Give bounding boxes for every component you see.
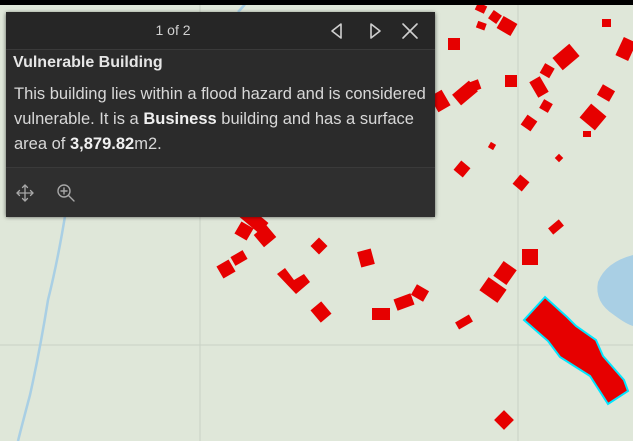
close-icon: [402, 23, 418, 39]
triangle-right-icon: [370, 23, 381, 39]
previous-feature-button[interactable]: [326, 20, 348, 42]
zoom-to-button[interactable]: [55, 182, 77, 204]
move-icon: [16, 184, 34, 202]
surface-area-unit: m2.: [134, 135, 162, 153]
top-edge-bar: [0, 0, 633, 5]
surface-area-value: 3,879.82: [69, 135, 135, 153]
popup-actions-bar: [6, 167, 435, 217]
feature-popup: 1 of 2 Vulnerable Building This building…: [6, 12, 435, 217]
building-type: Business: [143, 110, 217, 128]
triangle-left-icon: [331, 23, 342, 39]
popup-header: 1 of 2: [6, 12, 435, 50]
next-feature-button[interactable]: [364, 20, 386, 42]
pan-to-button[interactable]: [14, 182, 36, 204]
close-button[interactable]: [399, 20, 421, 42]
feature-pager: 1 of 2: [155, 22, 191, 38]
popup-description: This building lies within a flood hazard…: [14, 82, 430, 157]
zoom-in-icon: [57, 184, 75, 202]
popup-title: Vulnerable Building: [13, 54, 163, 71]
